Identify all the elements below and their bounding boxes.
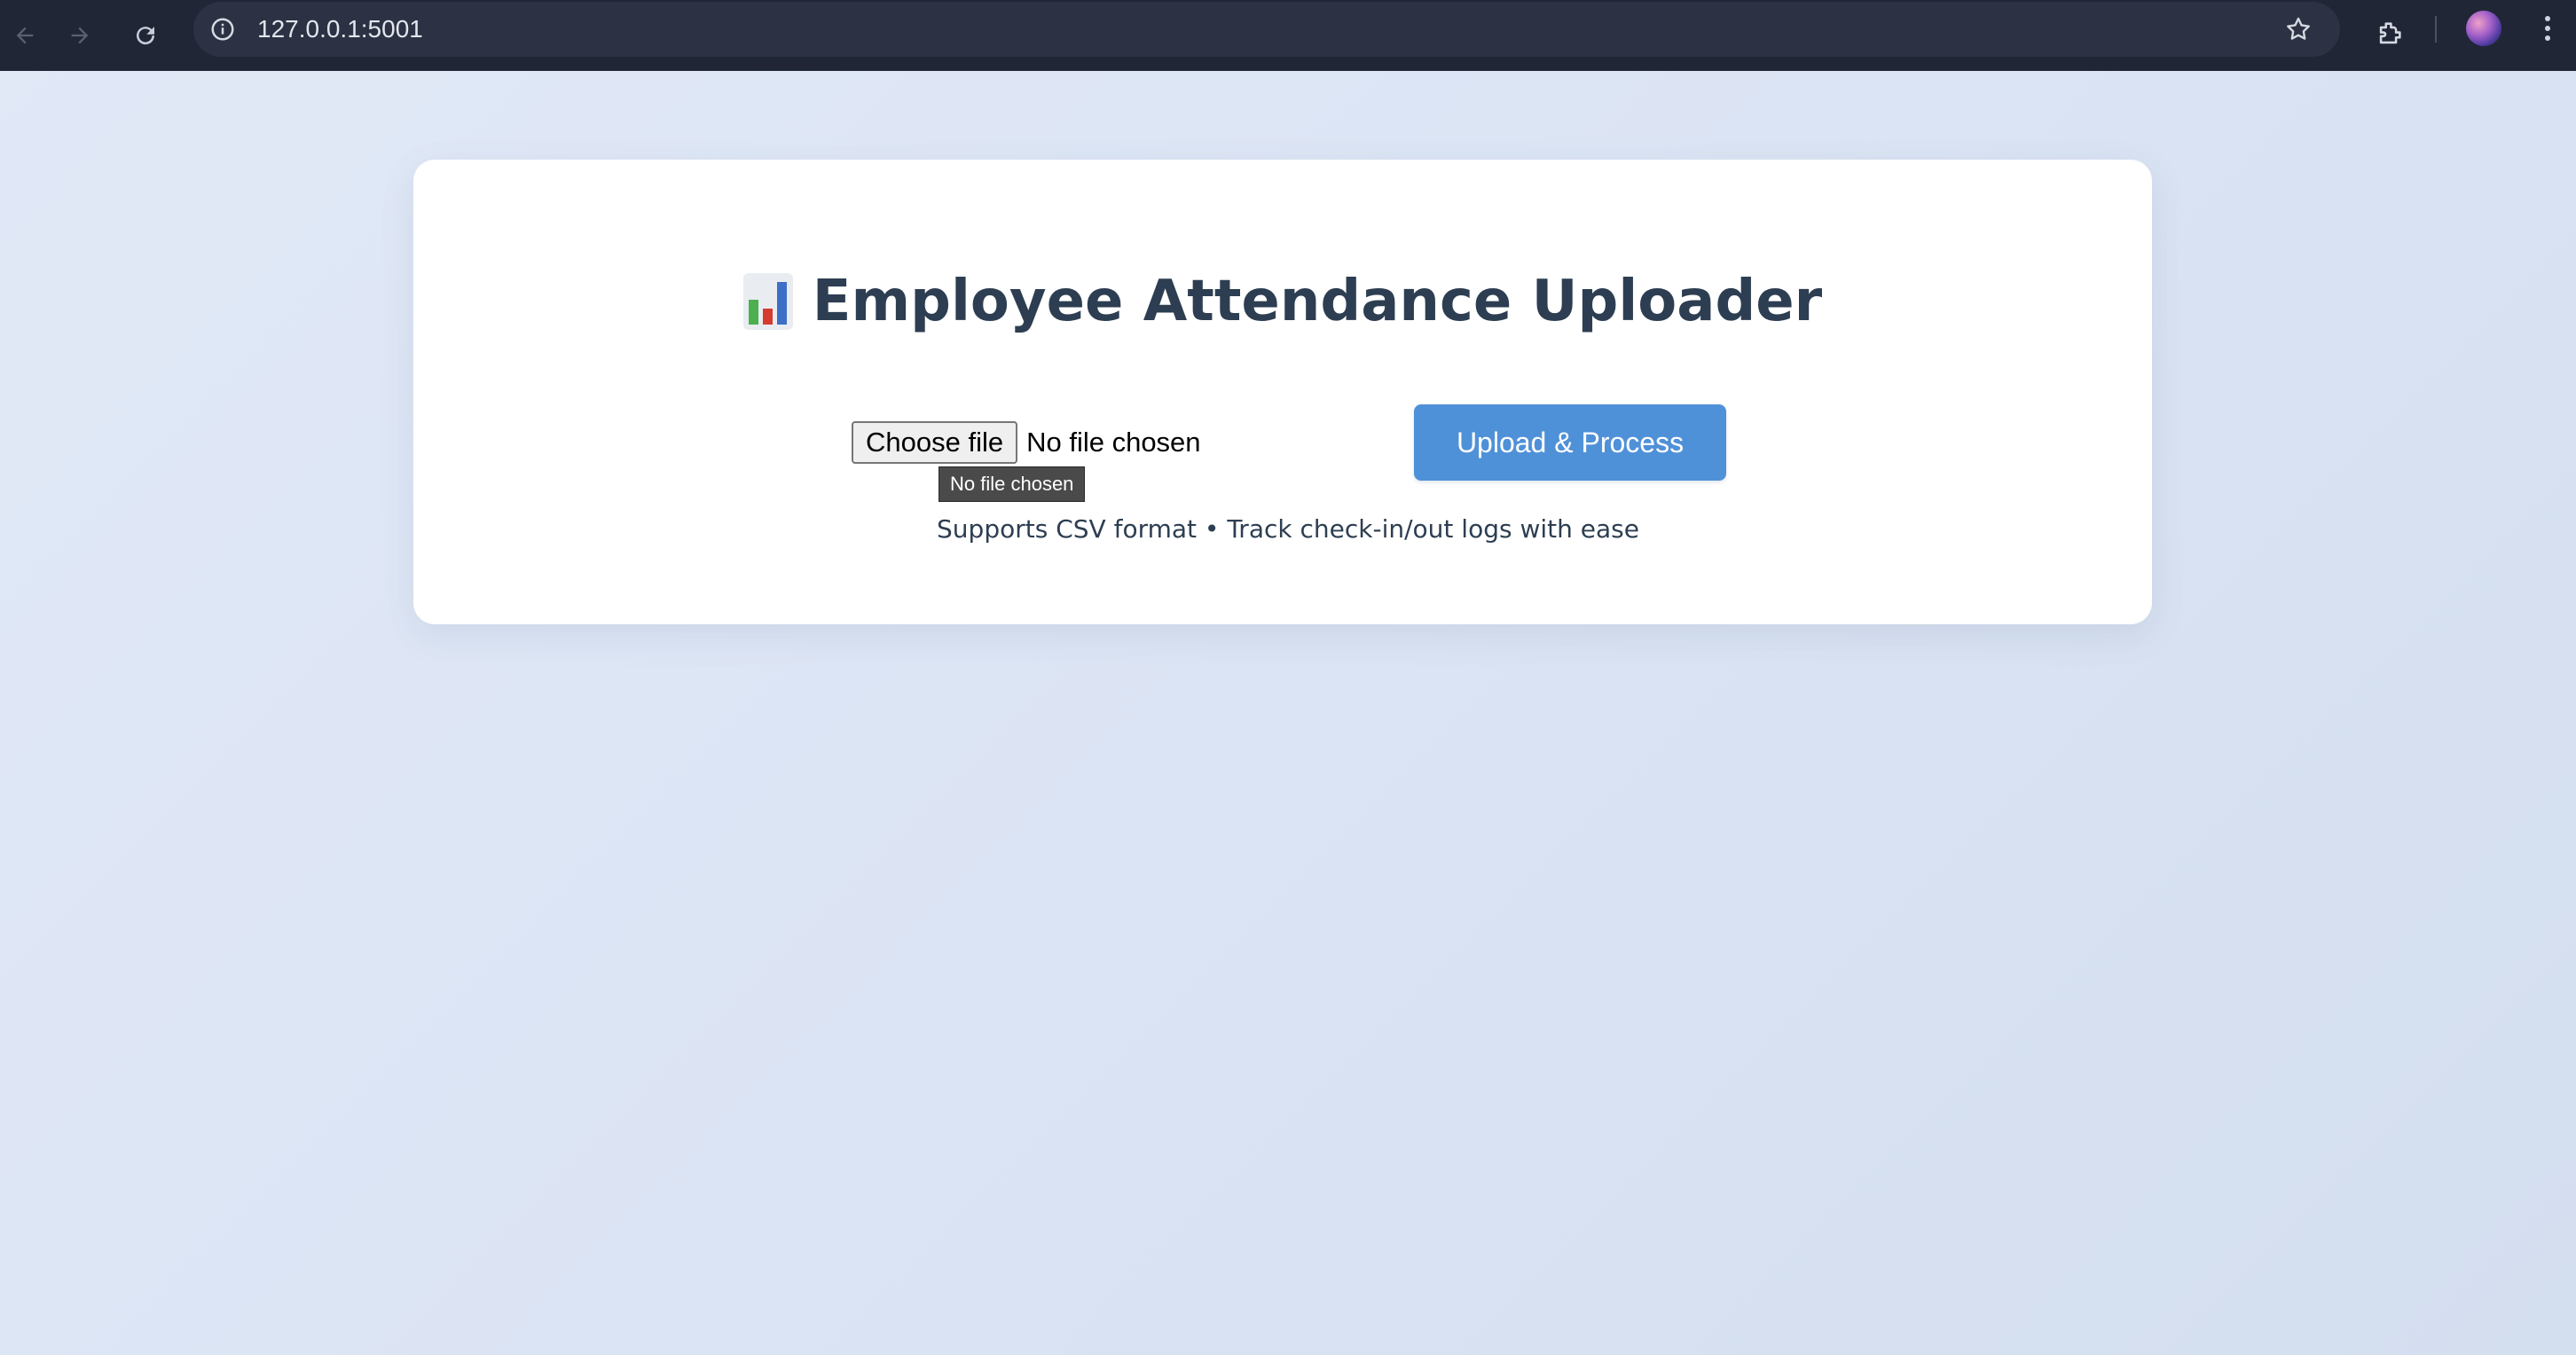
browser-toolbar: 127.0.0.1:5001 bbox=[0, 0, 2576, 71]
bookmark-star-icon[interactable] bbox=[2281, 12, 2315, 46]
bar-chart-icon bbox=[742, 273, 793, 330]
supported-formats-note: Supports CSV format • Track check-in/out… bbox=[937, 514, 1639, 544]
back-arrow-icon bbox=[16, 27, 34, 44]
file-input-tooltip: No file chosen bbox=[939, 466, 1086, 502]
site-info-icon[interactable] bbox=[206, 12, 240, 46]
toolbar-divider bbox=[2435, 16, 2437, 43]
reload-button[interactable] bbox=[121, 11, 170, 60]
address-bar[interactable]: 127.0.0.1:5001 bbox=[193, 2, 2340, 57]
uploader-card: Employee Attendance Uploader bbox=[413, 160, 2152, 624]
title-row: Employee Attendance Uploader bbox=[413, 248, 2152, 355]
file-input[interactable]: Choose file No file chosen bbox=[852, 421, 1201, 464]
profile-avatar[interactable] bbox=[2466, 11, 2501, 46]
file-status-text: No file chosen bbox=[1026, 427, 1201, 458]
reload-icon bbox=[137, 27, 155, 45]
extensions-icon[interactable] bbox=[2365, 9, 2415, 59]
upload-process-button[interactable]: Upload & Process bbox=[1414, 404, 1726, 481]
url-text[interactable]: 127.0.0.1:5001 bbox=[257, 2, 423, 57]
page-title: Employee Attendance Uploader bbox=[812, 269, 1823, 334]
choose-file-button[interactable]: Choose file bbox=[852, 421, 1018, 464]
forward-button[interactable] bbox=[55, 11, 105, 60]
forward-arrow-icon bbox=[71, 27, 89, 44]
back-button[interactable] bbox=[0, 11, 50, 60]
browser-menu-icon[interactable] bbox=[2530, 11, 2565, 46]
